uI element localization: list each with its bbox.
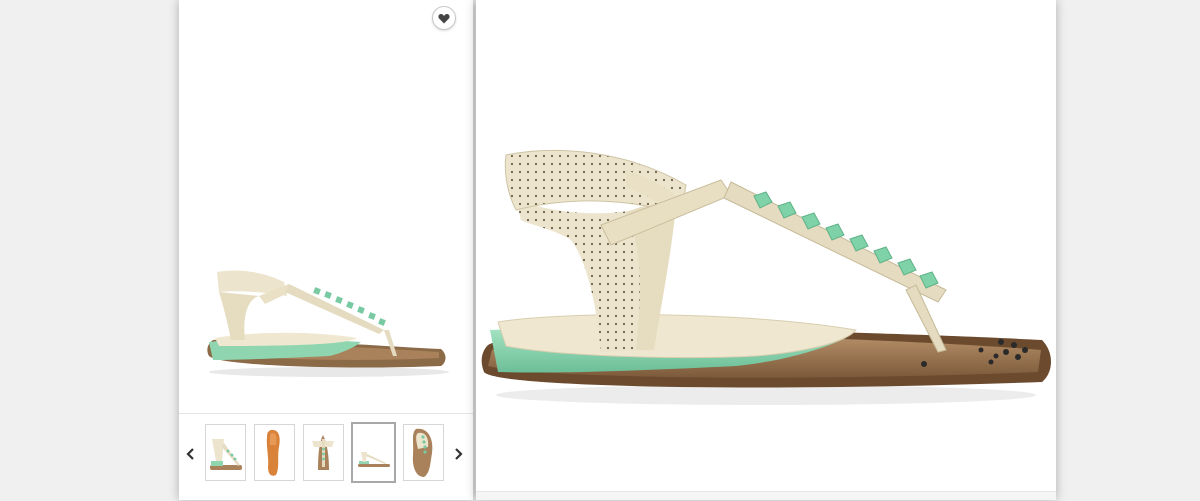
product-preview-panel: [179, 0, 473, 500]
thumbnail-sole[interactable]: [254, 424, 295, 481]
thumbnail-image: [266, 429, 280, 476]
chevron-right-icon: [455, 448, 463, 460]
thumbnail-image: [358, 452, 390, 467]
product-main-image-panel: [476, 0, 1056, 500]
thumbnail-side-small[interactable]: [351, 422, 396, 483]
product-main-image[interactable]: [476, 0, 1056, 492]
thumbnail-image: [210, 439, 242, 470]
thumbnail-front[interactable]: [303, 424, 344, 481]
thumbnail-strip: [179, 413, 473, 501]
thumbnail-image: [412, 428, 433, 477]
thumbnail-top[interactable]: [403, 424, 444, 481]
next-thumbnail-button[interactable]: [452, 442, 466, 466]
previous-thumbnail-button[interactable]: [183, 442, 197, 466]
chevron-left-icon: [186, 448, 194, 460]
image-panel-footer: [476, 491, 1056, 500]
product-preview-image[interactable]: [179, 0, 473, 413]
thumbnail-side-angle[interactable]: [205, 424, 246, 481]
thumbnail-image: [312, 435, 334, 470]
